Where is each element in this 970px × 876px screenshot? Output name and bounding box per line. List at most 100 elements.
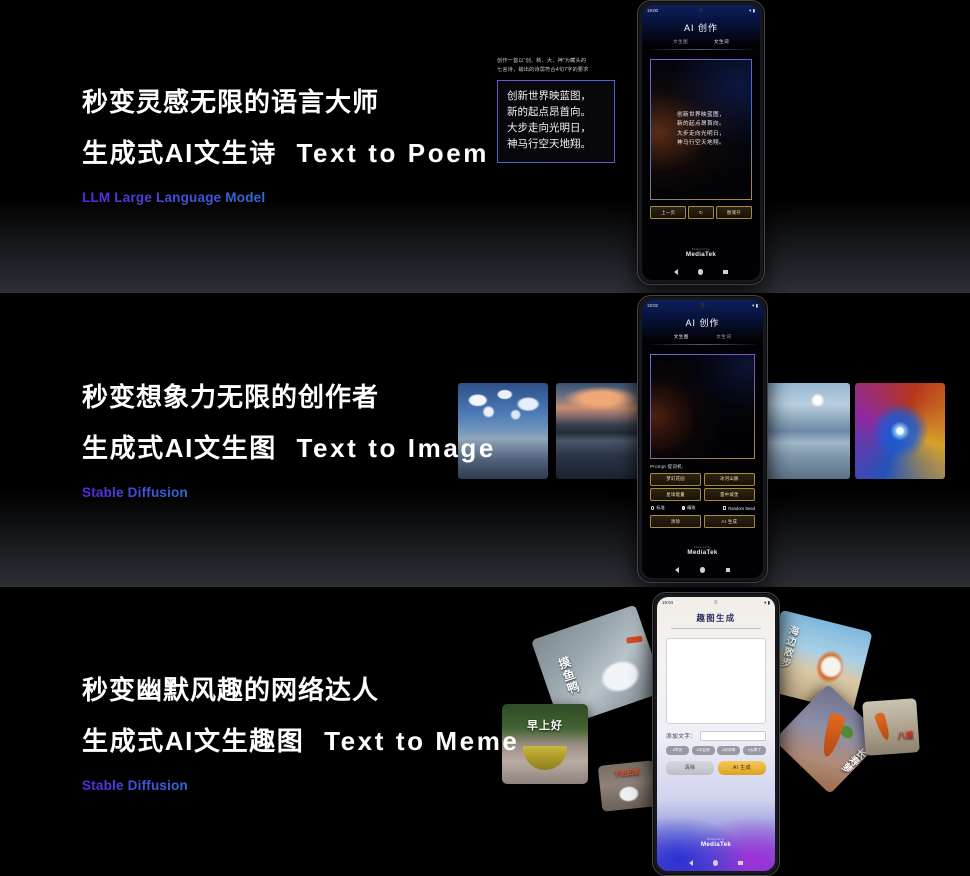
generate-button[interactable]: AI 生成 (703, 515, 755, 529)
copy-block-image: 秒变想象力无限的创作者 生成式AI文生图 Text to Image Stabl… (82, 382, 496, 502)
status-bar: 19:04 ▾ ▮ (657, 597, 775, 608)
title-cn: 生成式AI文生诗 (82, 137, 277, 168)
poem-text: 创新世界映蓝图， 新的起点昂首向。 大步走向光明日， 神马行空天地翔。 (677, 111, 725, 147)
status-icons: ▾ ▮ (749, 7, 755, 13)
hashtag-chip[interactable]: #太棒了 (742, 745, 766, 755)
phone-body: 19:02 ▾ ▮ AI 创作 文生图 文生词 Prompt 提词机: 梦幻花园… (637, 295, 768, 583)
tab-bar: 文生图 文生词 (642, 34, 760, 45)
phone-mockup-poem: 19:00 ▾ ▮ AI 创作 文生图 文生词 创新世界映蓝图， 新的起点昂首向… (637, 0, 765, 285)
clear-button[interactable]: 清除 (666, 760, 714, 775)
hashtag-chip-row: #早安 #不会吧 #好帅啊 #太棒了 (666, 745, 766, 755)
brand-logo: Powered by MediaTek (642, 248, 760, 258)
app-title: 趣图生成 (696, 613, 736, 623)
prompt-chip[interactable]: 星球能量 (650, 488, 702, 502)
android-nav-bar (642, 269, 760, 275)
meme-caption: 八道 (897, 730, 914, 741)
status-bar: 19:00 ▾ ▮ (642, 5, 760, 16)
recents-icon[interactable] (723, 269, 728, 275)
title-cn: 生成式AI文生图 (82, 432, 277, 463)
volume-button[interactable] (763, 101, 764, 131)
recents-icon[interactable] (738, 860, 743, 866)
tab-text-to-poem[interactable]: 文生词 (714, 39, 729, 45)
refresh-icon-button[interactable]: ↻ (688, 206, 714, 220)
status-time: 19:02 (647, 303, 658, 308)
prompt-chip[interactable]: 雲中城堡 (703, 488, 755, 502)
radio-fine[interactable]: 精致 (681, 505, 696, 511)
title-en: Text to Poem (296, 137, 489, 168)
generate-button[interactable]: AI 生成 (718, 760, 766, 775)
poem-output-canvas: 创新世界映蓝图， 新的起点昂首向。 大步走向光明日， 神马行空天地翔。 (650, 59, 752, 200)
radio-selected-icon (681, 506, 686, 510)
radio-icon (651, 506, 655, 510)
recents-icon[interactable] (725, 567, 731, 573)
title-en: Text to Meme (324, 725, 520, 756)
phone-screen: 19:04 ▾ ▮ 趣图生成 添加文字： #早安 #不会吧 #好帅啊 #太棒了 … (657, 597, 775, 871)
poem-line: 新的起点昂首向。 (507, 106, 591, 119)
phone-screen: 19:02 ▾ ▮ AI 创作 文生图 文生词 Prompt 提词机: 梦幻花园… (642, 300, 763, 578)
status-time: 19:04 (662, 600, 673, 605)
hashtag-chip[interactable]: #不会吧 (691, 745, 715, 755)
meme-caption: 下班回家 (613, 768, 640, 779)
promo-page: 秒变灵感无限的语言大师 生成式AI文生诗 Text to Poem LLM La… (0, 0, 970, 876)
mediatek-wordmark: MediaTek (685, 251, 717, 258)
tab-text-to-image[interactable]: 文生图 (674, 334, 689, 340)
page-subtitle: 生成式AI文生诗 Text to Poem (82, 137, 489, 169)
tab-text-to-image[interactable]: 文生图 (673, 39, 688, 45)
power-button[interactable] (766, 372, 767, 392)
hashtag-chip[interactable]: #早安 (666, 745, 690, 755)
power-button[interactable] (763, 75, 764, 95)
meme-caption: 摸鱼鸭 (555, 654, 582, 697)
generated-image-thumbnail (855, 383, 945, 479)
status-icons: ▾ ▮ (764, 599, 770, 605)
page-subtitle: 生成式AI文生图 Text to Image (82, 432, 496, 464)
poem-line: 新的起点昂首向。 (677, 121, 725, 128)
checkbox-random-seed[interactable]: Random Seed (722, 506, 755, 511)
home-icon[interactable] (699, 567, 705, 573)
power-button[interactable] (778, 667, 779, 687)
duck-illustration (614, 781, 643, 805)
radio-fine-label: 精致 (687, 505, 696, 511)
back-icon[interactable] (689, 860, 694, 866)
generated-image-thumbnail (556, 383, 646, 479)
status-time: 19:00 (647, 8, 658, 13)
status-bar: 19:02 ▾ ▮ (642, 300, 763, 311)
text-input-row: 添加文字： (666, 731, 766, 741)
section-fade (0, 492, 970, 587)
app-title: AI 创作 (685, 318, 720, 328)
home-icon[interactable] (713, 860, 719, 866)
ai-creation-app: 19:00 ▾ ▮ AI 创作 文生图 文生词 创新世界映蓝图， 新的起点昂首向… (642, 5, 760, 280)
tab-bar: 文生图 文生词 (642, 329, 763, 340)
page-title: 秒变想象力无限的创作者 (82, 382, 380, 412)
phone-mockup-meme: 19:04 ▾ ▮ 趣图生成 添加文字： #早安 #不会吧 #好帅啊 #太棒了 … (652, 592, 780, 876)
prompt-card: 创作一首以“创、新、大、神”为藏头的 七言诗，输出的诗需符合4句7字的要求 创新… (497, 57, 615, 163)
poem-line: 创新世界映蓝图， (677, 112, 725, 119)
prompt-chip[interactable]: 梦幻花园 (650, 473, 702, 486)
tech-label: Stable Diffusion (82, 777, 188, 793)
meme-output-canvas (666, 638, 766, 724)
radio-standard[interactable]: 标准 (651, 505, 665, 511)
checkbox-icon (722, 506, 727, 510)
status-icons: ▾ ▮ (752, 302, 758, 308)
volume-button[interactable] (778, 693, 779, 723)
back-icon[interactable] (674, 269, 679, 275)
title-cn: 生成式AI文生趣图 (82, 725, 305, 756)
home-icon[interactable] (698, 269, 704, 275)
tab-text-to-poem[interactable]: 文生词 (716, 334, 731, 340)
title-divider (671, 628, 761, 629)
title-en: Text to Image (296, 432, 496, 463)
back-icon[interactable] (674, 567, 679, 573)
image-output-canvas (650, 354, 755, 459)
volume-button[interactable] (766, 398, 767, 428)
hashtag-chip[interactable]: #好帅啊 (717, 745, 741, 755)
previous-page-button[interactable]: 上一页 (650, 206, 687, 220)
phone-body: 19:04 ▾ ▮ 趣图生成 添加文字： #早安 #不会吧 #好帅啊 #太棒了 … (652, 592, 780, 876)
save-image-button[interactable]: 图储存 (715, 206, 752, 220)
phone-mockup-image: 19:02 ▾ ▮ AI 创作 文生图 文生词 Prompt 提词机: 梦幻花园… (637, 295, 768, 583)
tab-divider (649, 49, 753, 50)
clear-button[interactable]: 清除 (650, 515, 702, 529)
phone-screen: 19:00 ▾ ▮ AI 创作 文生图 文生词 创新世界映蓝图， 新的起点昂首向… (642, 5, 760, 280)
prompt-chip[interactable]: 冰河山脉 (703, 473, 755, 486)
add-text-input[interactable] (700, 731, 766, 741)
copy-block-poem: 秒变灵感无限的语言大师 生成式AI文生诗 Text to Poem LLM La… (82, 87, 489, 207)
tab-divider (649, 344, 756, 345)
